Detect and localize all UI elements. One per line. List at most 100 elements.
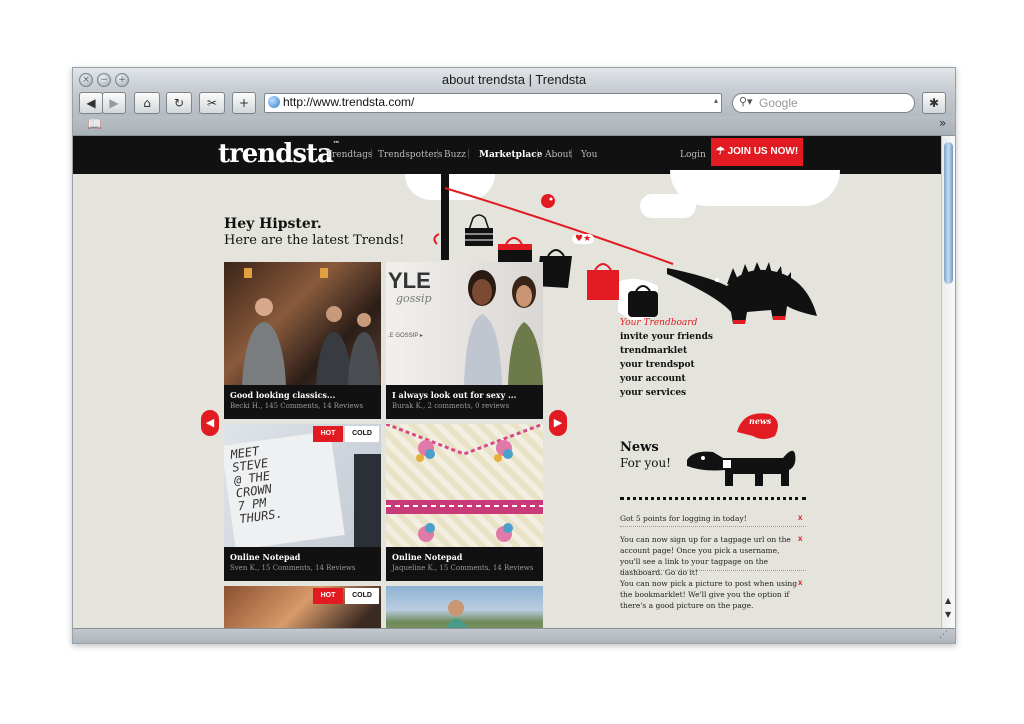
address-bar[interactable]: http://www.trendsta.com/ ▴ — [264, 93, 722, 113]
trend-card[interactable]: YLE gossip .E GOSSIP ▸ I always look out… — [386, 262, 543, 419]
magazine-tag: .E GOSSIP ▸ — [388, 333, 423, 339]
title-bar: × − + about trendsta | Trendsta — [73, 68, 955, 90]
news-divider — [620, 497, 806, 500]
card-caption: Good looking classics... Becki H., 145 C… — [224, 385, 381, 419]
hot-button[interactable]: HOT — [313, 426, 343, 442]
bug-icon: ✱ — [928, 96, 940, 110]
card-meta: Burak K., 2 comments, 0 reviews — [392, 402, 510, 410]
card-title: Good looking classics... — [230, 390, 336, 400]
nav-buzz[interactable]: Buzz — [444, 150, 466, 160]
book-icon[interactable]: 📖 — [87, 117, 102, 131]
link-trendspot[interactable]: your trendspot — [620, 360, 695, 370]
cold-button[interactable]: COLD — [345, 426, 379, 442]
back-button[interactable]: ◀ — [79, 92, 103, 114]
card-title: Online Notepad — [392, 552, 463, 562]
join-button[interactable]: ☂ JOIN US NOW! — [711, 138, 803, 166]
heart-star-bubble: ♥★ — [572, 234, 595, 244]
nav-separator: | — [370, 149, 374, 159]
man-outdoors-image — [446, 600, 468, 628]
nav-trendspotters[interactable]: Trendspotters — [378, 150, 442, 160]
news-dismiss-button[interactable]: x — [798, 534, 802, 543]
nav-trendtags[interactable]: Trendtags — [326, 150, 373, 160]
link-trendmarklet[interactable]: trendmarklet — [620, 346, 687, 356]
card-meta: Jaqueline K., 15 Comments, 14 Reviews — [392, 564, 534, 572]
site-logo[interactable]: trendsta™ — [218, 139, 340, 169]
snip-button[interactable]: ✂ — [199, 92, 225, 114]
link-account[interactable]: your account — [620, 374, 686, 384]
search-field[interactable]: ⚲▾ Google — [732, 93, 915, 113]
reload-button[interactable]: ↻ — [166, 92, 192, 114]
back-icon: ◀ — [86, 96, 96, 110]
add-icon: + — [238, 96, 250, 110]
bag-illustration — [465, 214, 493, 246]
nav-separator: | — [570, 149, 574, 159]
trend-photo-classics — [224, 262, 381, 419]
scrollbar-thumb[interactable] — [944, 142, 953, 284]
trend-card[interactable] — [386, 586, 543, 628]
card-title: Online Notepad — [230, 552, 301, 562]
magazine-subtext: gossip — [396, 292, 432, 305]
resize-grip-icon[interactable]: ⋰ — [939, 630, 948, 640]
add-bookmark-button[interactable]: + — [232, 92, 256, 114]
logo-text: trendsta — [218, 139, 334, 169]
logo-tm: ™ — [332, 139, 340, 148]
clip-icon: ✂ — [206, 96, 218, 110]
card-caption: Online Notepad Jaqueline K., 15 Comments… — [386, 547, 543, 581]
card-caption: I always look out for sexy ... Burak K.,… — [386, 385, 543, 419]
news-dismiss-button[interactable]: x — [798, 513, 802, 522]
people-in-suits-image — [242, 268, 380, 419]
news-dismiss-button[interactable]: x — [798, 578, 802, 587]
link-services[interactable]: your services — [620, 388, 686, 398]
scroll-up-icon[interactable]: ▲ — [945, 596, 951, 605]
forward-button[interactable]: ▶ — [102, 92, 126, 114]
vertical-scrollbar[interactable]: ▲ ▼ — [941, 136, 955, 628]
url-dropdown-icon[interactable]: ▴ — [714, 96, 718, 105]
card-meta: Sven K., 15 Comments, 14 Reviews — [230, 564, 356, 572]
nav-you[interactable]: You — [581, 150, 597, 160]
overflow-icon[interactable]: » — [939, 116, 946, 130]
nav-marketplace[interactable]: Marketplace — [479, 150, 542, 160]
trend-photo-landscape — [386, 586, 543, 628]
nav-about[interactable]: About — [545, 150, 572, 160]
bag-illustration — [628, 285, 658, 317]
trendboard-title[interactable]: Your Trendboard — [620, 318, 697, 328]
trend-photo-sexy: YLE gossip .E GOSSIP ▸ — [386, 262, 543, 385]
news-bubble-text: news — [749, 416, 772, 426]
link-invite-friends[interactable]: invite your friends — [620, 332, 713, 342]
trend-photo-notepad: MEET STEVE @ THE CROWN 7 PM THURS. — [224, 424, 381, 551]
bookmarks-bar: 📖 » — [73, 116, 955, 136]
prev-arrow-button[interactable]: ◀ — [201, 410, 219, 436]
greeting-subheading: Here are the latest Trends! — [224, 233, 405, 248]
dog-illustration — [687, 413, 796, 486]
next-arrow-button[interactable]: ▶ — [549, 410, 567, 436]
chevron-left-icon: ◀ — [205, 416, 215, 429]
browser-window: × − + about trendsta | Trendsta ◀ ▶ ⌂ ↻ … — [72, 67, 956, 644]
card-caption: Online Notepad Sven K., 15 Comments, 14 … — [224, 547, 381, 581]
home-button[interactable]: ⌂ — [134, 92, 160, 114]
nav-separator: | — [467, 149, 471, 159]
news-subheading: For you! — [620, 456, 671, 470]
join-label: JOIN US NOW! — [727, 146, 799, 157]
hot-button[interactable]: HOT — [313, 588, 343, 604]
search-icon: ⚲▾ — [739, 95, 753, 108]
card-meta: Becki H., 145 Comments, 14 Reviews — [230, 402, 364, 410]
status-bar: ⋰ — [73, 628, 955, 643]
toolbar: ◀ ▶ ⌂ ↻ ✂ + http://www.trendsta.com/ ▴ ⚲… — [73, 90, 955, 116]
site-nav: trendsta™ Trendtags | Trendspotters | Bu… — [73, 136, 941, 174]
scroll-down-icon[interactable]: ▼ — [945, 610, 951, 619]
news-separator — [620, 570, 806, 571]
bug-button[interactable]: ✱ — [922, 92, 946, 114]
url-text: http://www.trendsta.com/ — [283, 95, 415, 109]
cold-button[interactable]: COLD — [345, 588, 379, 604]
card-title: I always look out for sexy ... — [392, 390, 517, 400]
login-link[interactable]: Login — [680, 150, 706, 160]
trend-card[interactable]: Online Notepad Jaqueline K., 15 Comments… — [386, 424, 543, 581]
trend-card[interactable]: MEET STEVE @ THE CROWN 7 PM THURS. HOT C… — [224, 424, 381, 581]
web-viewport: trendsta™ Trendtags | Trendspotters | Bu… — [73, 136, 941, 628]
bag-illustration — [587, 263, 619, 300]
pen-shadow — [354, 454, 381, 547]
trend-card[interactable]: Good looking classics... Becki H., 145 C… — [224, 262, 381, 419]
floral-pattern-image — [386, 424, 543, 542]
trend-card[interactable]: HOT COLD — [224, 586, 381, 628]
handwritten-note: MEET STEVE @ THE CROWN 7 PM THURS. — [224, 430, 345, 551]
